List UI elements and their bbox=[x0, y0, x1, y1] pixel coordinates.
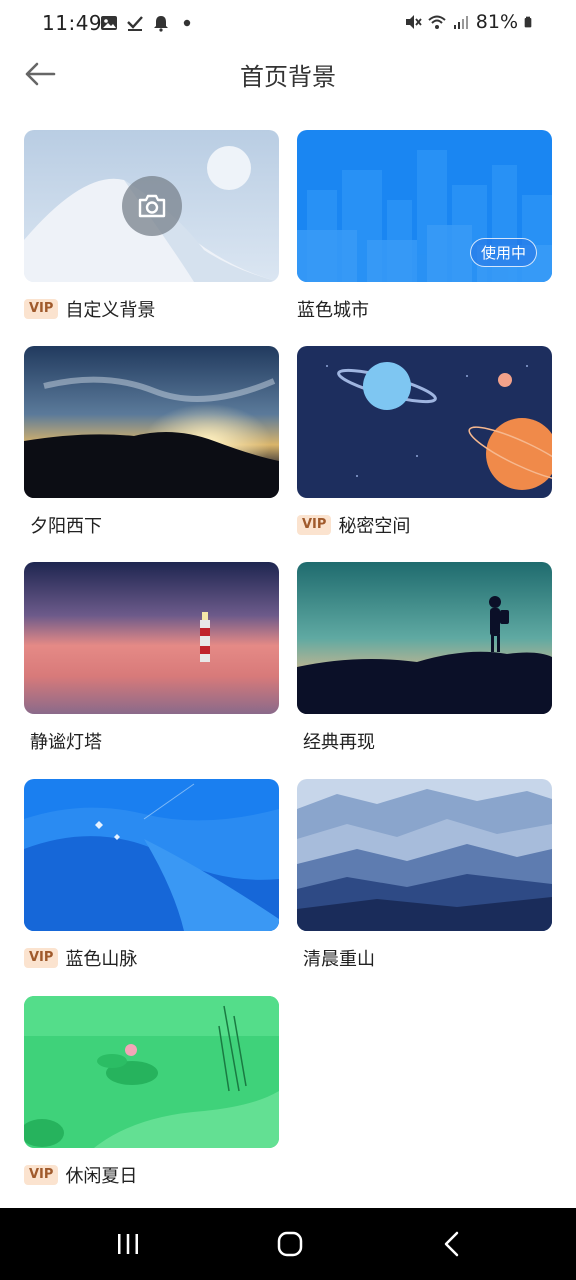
background-card-custom[interactable]: VIP 自定义背景 bbox=[24, 130, 279, 321]
dot-icon bbox=[183, 19, 191, 27]
background-card-summer[interactable]: VIP 休闲夏日 bbox=[24, 996, 279, 1187]
in-use-badge: 使用中 bbox=[469, 238, 537, 267]
status-time: 11:49 bbox=[42, 11, 103, 35]
home-icon bbox=[277, 1231, 303, 1257]
background-thumbnail[interactable] bbox=[24, 779, 279, 931]
background-label: 经典再现 bbox=[303, 732, 375, 753]
camera-icon bbox=[138, 194, 166, 218]
background-caption: 夕阳西下 bbox=[24, 512, 102, 538]
background-card-classic[interactable]: 经典再现 bbox=[297, 562, 552, 753]
background-caption: 蓝色城市 bbox=[297, 296, 369, 322]
battery-icon bbox=[524, 16, 532, 28]
background-card-space[interactable]: VIP 秘密空间 bbox=[297, 346, 552, 537]
background-thumbnail[interactable] bbox=[297, 562, 552, 714]
nav-back-button[interactable] bbox=[432, 1226, 472, 1262]
recent-apps-icon bbox=[118, 1234, 138, 1254]
background-thumbnail[interactable] bbox=[297, 346, 552, 498]
mute-icon bbox=[405, 15, 422, 29]
home-button[interactable] bbox=[270, 1226, 310, 1262]
background-thumbnail[interactable]: 使用中 bbox=[297, 130, 552, 282]
background-label: 静谧灯塔 bbox=[30, 732, 102, 753]
signal-icon bbox=[453, 16, 468, 29]
background-caption: VIP 蓝色山脉 bbox=[24, 945, 137, 971]
status-right: 81% bbox=[404, 11, 536, 33]
status-bar: 11:49 81% bbox=[0, 0, 576, 48]
background-caption: VIP 秘密空间 bbox=[297, 512, 410, 538]
background-card-city[interactable]: 使用中 蓝色城市 bbox=[297, 130, 552, 321]
vip-badge: VIP bbox=[24, 1165, 59, 1185]
background-label: 自定义背景 bbox=[65, 300, 156, 321]
background-label: 蓝色山脉 bbox=[65, 949, 138, 970]
app-header: 首页背景 bbox=[0, 48, 576, 100]
background-thumbnail[interactable] bbox=[297, 779, 552, 931]
vip-badge: VIP bbox=[24, 948, 59, 968]
background-label: 蓝色城市 bbox=[297, 300, 369, 321]
background-caption: 清晨重山 bbox=[297, 945, 375, 971]
battery-percent: 81% bbox=[475, 11, 518, 33]
camera-button[interactable] bbox=[122, 176, 182, 236]
background-label: 清晨重山 bbox=[303, 949, 375, 970]
bell-icon bbox=[154, 16, 168, 32]
background-caption: 静谧灯塔 bbox=[24, 728, 102, 754]
background-caption: VIP 自定义背景 bbox=[24, 296, 155, 322]
background-thumbnail[interactable] bbox=[24, 346, 279, 498]
check-icon bbox=[127, 16, 143, 31]
image-icon bbox=[101, 16, 117, 30]
wifi-icon bbox=[428, 15, 446, 29]
background-card-mist[interactable]: 清晨重山 bbox=[297, 779, 552, 970]
background-thumbnail[interactable] bbox=[24, 130, 279, 282]
recent-apps-button[interactable] bbox=[108, 1226, 148, 1262]
background-caption: VIP 休闲夏日 bbox=[24, 1162, 137, 1188]
background-thumbnail[interactable] bbox=[24, 562, 279, 714]
background-caption: 经典再现 bbox=[297, 728, 375, 754]
background-thumbnail[interactable] bbox=[24, 996, 279, 1148]
status-left-icons bbox=[100, 14, 196, 32]
background-card-mountain[interactable]: VIP 蓝色山脉 bbox=[24, 779, 279, 970]
background-card-sunset[interactable]: 夕阳西下 bbox=[24, 346, 279, 537]
background-label: 休闲夏日 bbox=[65, 1166, 138, 1187]
system-nav-bar bbox=[0, 1208, 576, 1280]
page-title: 首页背景 bbox=[240, 63, 336, 91]
nav-back-icon bbox=[444, 1231, 459, 1257]
vip-badge: VIP bbox=[24, 299, 59, 319]
vip-badge: VIP bbox=[297, 515, 332, 535]
background-card-lighthouse[interactable]: 静谧灯塔 bbox=[24, 562, 279, 753]
background-label: 秘密空间 bbox=[338, 516, 411, 537]
background-label: 夕阳西下 bbox=[30, 516, 102, 537]
